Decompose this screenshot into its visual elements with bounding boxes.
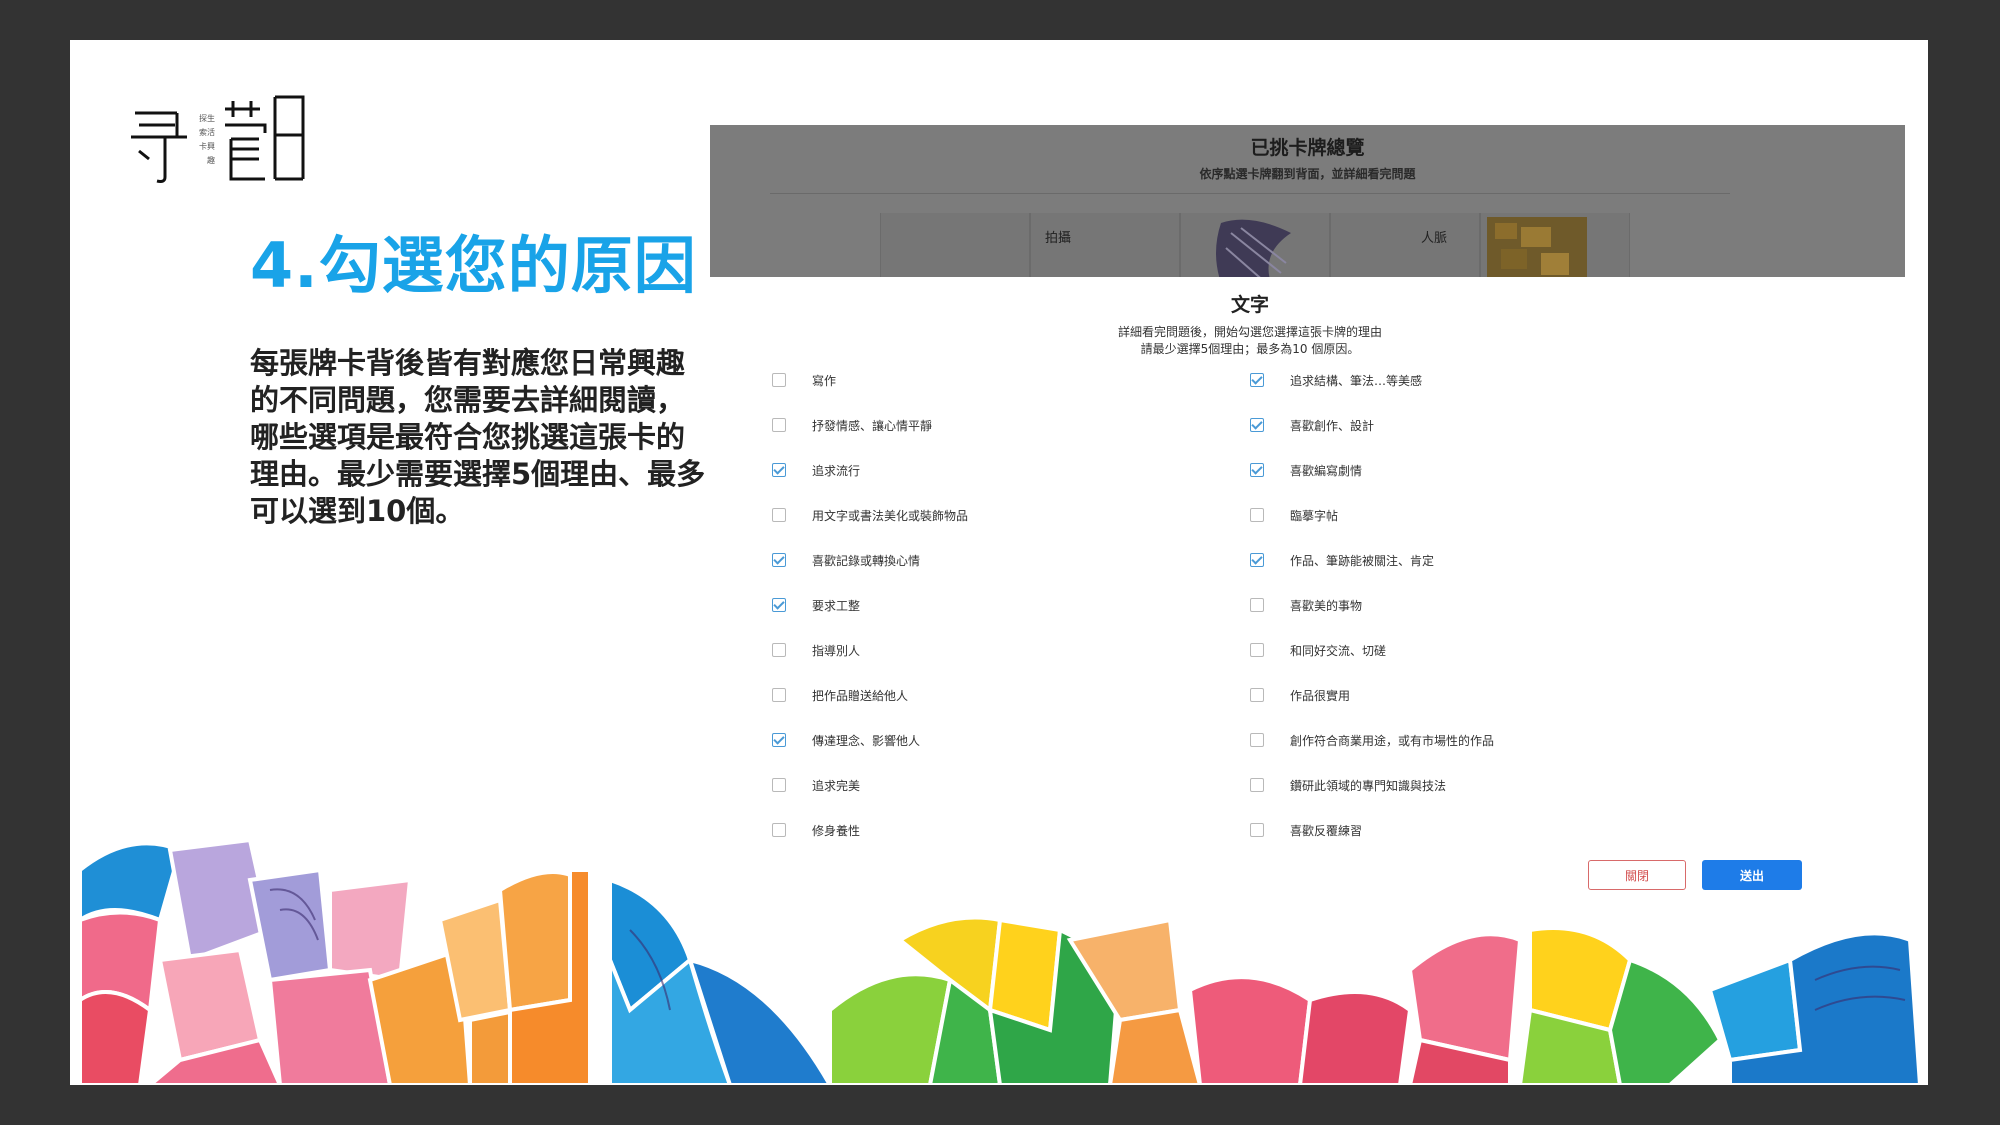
overview-divider bbox=[770, 193, 1730, 194]
overview-card[interactable] bbox=[880, 213, 1030, 277]
reason-option[interactable]: 用文字或書法美化或裝飾物品 bbox=[772, 505, 968, 525]
overview-card-photo[interactable]: 拍攝 bbox=[1030, 213, 1180, 277]
option-label: 喜歡創作、設計 bbox=[1290, 418, 1375, 433]
card-label: 人脈 bbox=[1421, 231, 1448, 246]
checkbox[interactable] bbox=[772, 508, 786, 522]
option-label: 追求結構、筆法…等美感 bbox=[1290, 373, 1423, 388]
dialog-title: 文字 bbox=[1230, 294, 1269, 316]
card-artwork bbox=[1216, 219, 1291, 277]
svg-text:卡興: 卡興 bbox=[199, 141, 215, 151]
reason-option[interactable]: 把作品贈送給他人 bbox=[772, 685, 908, 705]
reason-option[interactable]: 喜歡編寫劇情 bbox=[1250, 460, 1362, 480]
option-label: 把作品贈送給他人 bbox=[812, 688, 909, 703]
description-text: 每張牌卡背後皆有對應您日常興趣的不同問題，您需要去詳細閱讀，哪些選項是最符合您挑… bbox=[250, 346, 706, 528]
reason-option[interactable]: 鑽研此領域的專門知識與技法 bbox=[1250, 775, 1446, 795]
checkbox-checked[interactable] bbox=[1250, 463, 1264, 477]
brand-logo: 探生 索活 卡興 趣 bbox=[125, 85, 355, 185]
option-label: 和同好交流、切磋 bbox=[1290, 643, 1387, 658]
slide: 探生 索活 卡興 趣 4.勾選您的原因 每張牌卡背後皆有對應您日常興趣的不同問題… bbox=[70, 40, 1928, 1085]
checkbox-checked[interactable] bbox=[772, 553, 786, 567]
checkbox[interactable] bbox=[772, 688, 786, 702]
card-label: 拍攝 bbox=[1045, 231, 1072, 246]
option-label: 用文字或書法美化或裝飾物品 bbox=[812, 508, 969, 523]
option-label: 創作符合商業用途，或有市場性的作品 bbox=[1290, 733, 1495, 748]
reason-option[interactable]: 喜歡創作、設計 bbox=[1250, 415, 1374, 435]
checkbox[interactable] bbox=[1250, 733, 1264, 747]
option-label: 喜歡編寫劇情 bbox=[1290, 463, 1363, 478]
checkbox-checked[interactable] bbox=[772, 598, 786, 612]
checkbox[interactable] bbox=[1250, 598, 1264, 612]
option-label: 追求流行 bbox=[812, 463, 861, 478]
reason-option[interactable]: 抒發情感、讓心情平靜 bbox=[772, 415, 932, 435]
card-overview-panel: 已挑卡牌總覽 依序點選卡牌翻到背面，並詳細看完問題 拍攝 人脈 bbox=[710, 125, 1905, 277]
overview-card-pattern[interactable] bbox=[1180, 213, 1330, 277]
option-label: 臨摹字帖 bbox=[1290, 508, 1339, 523]
overview-subtitle: 依序點選卡牌翻到背面，並詳細看完問題 bbox=[1199, 167, 1416, 181]
checkbox[interactable] bbox=[1250, 778, 1264, 792]
checkbox-checked[interactable] bbox=[1250, 553, 1264, 567]
reason-option[interactable]: 臨摹字帖 bbox=[1250, 505, 1338, 525]
checkbox-checked[interactable] bbox=[772, 463, 786, 477]
option-label: 指導別人 bbox=[812, 643, 861, 658]
checkbox-checked[interactable] bbox=[1250, 373, 1264, 387]
svg-text:索活: 索活 bbox=[199, 127, 215, 137]
option-label: 抒發情感、讓心情平靜 bbox=[812, 418, 933, 433]
option-label: 傳達理念、影響他人 bbox=[812, 733, 921, 748]
option-label: 作品很實用 bbox=[1290, 688, 1351, 703]
overview-card-network[interactable]: 人脈 bbox=[1330, 213, 1480, 277]
logo-mark: 探生 索活 卡興 趣 bbox=[131, 95, 305, 183]
card-artwork bbox=[1487, 217, 1587, 277]
option-label: 追求完美 bbox=[812, 778, 861, 793]
reason-option[interactable]: 作品很實用 bbox=[1250, 685, 1350, 705]
reason-option[interactable]: 寫作 bbox=[772, 370, 836, 390]
logo-side-text: 探生 索活 卡興 趣 bbox=[199, 113, 215, 165]
reason-option[interactable]: 喜歡記錄或轉換心情 bbox=[772, 550, 920, 570]
option-label: 寫作 bbox=[812, 373, 837, 388]
overview-card-mosaic[interactable] bbox=[1480, 213, 1630, 277]
svg-text:趣: 趣 bbox=[199, 155, 215, 165]
reason-option[interactable]: 喜歡美的事物 bbox=[1250, 595, 1362, 615]
svg-text:探生: 探生 bbox=[199, 113, 215, 123]
checkbox[interactable] bbox=[772, 373, 786, 387]
page-heading: 4.勾選您的原因 bbox=[250, 229, 697, 302]
option-label: 鑽研此領域的專門知識與技法 bbox=[1290, 778, 1447, 793]
option-label: 喜歡美的事物 bbox=[1290, 598, 1363, 613]
overview-title: 已挑卡牌總覽 bbox=[1250, 137, 1365, 159]
reason-option[interactable]: 要求工整 bbox=[772, 595, 860, 615]
option-label: 作品、筆跡能被關注、肯定 bbox=[1290, 553, 1435, 568]
option-label: 喜歡記錄或轉換心情 bbox=[812, 553, 921, 568]
checkbox[interactable] bbox=[1250, 688, 1264, 702]
reason-option[interactable]: 創作符合商業用途，或有市場性的作品 bbox=[1250, 730, 1494, 750]
checkbox[interactable] bbox=[1250, 508, 1264, 522]
checkbox[interactable] bbox=[772, 643, 786, 657]
reason-option[interactable]: 傳達理念、影響他人 bbox=[772, 730, 920, 750]
checkbox-checked[interactable] bbox=[772, 733, 786, 747]
reason-option[interactable]: 指導別人 bbox=[772, 640, 860, 660]
dialog-instruction-limit: 請最少選擇5個理由；最多為10 個原因。 bbox=[1140, 342, 1360, 356]
dialog-instruction: 詳細看完問題後，開始勾選您選擇這張卡牌的理由 bbox=[1117, 325, 1382, 339]
reason-option[interactable]: 追求完美 bbox=[772, 775, 860, 795]
reason-option[interactable]: 追求流行 bbox=[772, 460, 860, 480]
checkbox-checked[interactable] bbox=[1250, 418, 1264, 432]
checkbox[interactable] bbox=[1250, 643, 1264, 657]
option-label: 要求工整 bbox=[812, 598, 861, 613]
checkbox[interactable] bbox=[772, 418, 786, 432]
decorative-mosaic-border bbox=[78, 837, 1923, 1085]
reason-option[interactable]: 和同好交流、切磋 bbox=[1250, 640, 1386, 660]
reason-option[interactable]: 追求結構、筆法…等美感 bbox=[1250, 370, 1422, 390]
reason-option[interactable]: 作品、筆跡能被關注、肯定 bbox=[1250, 550, 1434, 570]
checkbox[interactable] bbox=[772, 778, 786, 792]
